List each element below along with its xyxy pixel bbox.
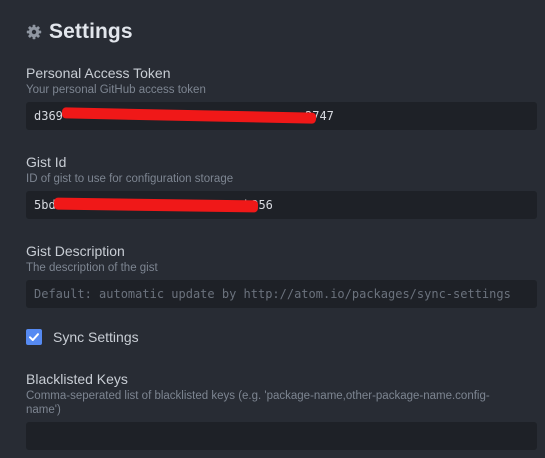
token-value-start: d369 [34, 109, 63, 123]
gist-id-description: ID of gist to use for configuration stor… [26, 173, 234, 185]
blacklisted-keys-field-group: Blacklisted Keys Comma-seperated list of… [26, 371, 537, 450]
token-label: Personal Access Token [26, 65, 171, 81]
page-title: Settings [49, 20, 133, 43]
token-description: Your personal GitHub access token [26, 84, 206, 96]
sync-settings-row: Sync Settings [26, 329, 139, 345]
gear-icon [26, 24, 42, 40]
gist-description-input[interactable]: Default: automatic update by http://atom… [26, 280, 537, 308]
sync-settings-checkbox[interactable] [26, 329, 42, 345]
gist-description-description: The description of the gist [26, 262, 158, 274]
gist-id-input[interactable]: 5bd b256 [26, 191, 537, 219]
blacklisted-keys-input[interactable] [26, 422, 537, 450]
blacklisted-keys-label: Blacklisted Keys [26, 371, 128, 387]
gist-description-label: Gist Description [26, 243, 125, 259]
gist-description-placeholder: Default: automatic update by http://atom… [34, 287, 511, 301]
settings-header: Settings [26, 18, 133, 46]
gist-id-redaction [53, 197, 259, 213]
gist-id-label: Gist Id [26, 154, 67, 170]
blacklisted-keys-description: Comma-seperated list of blacklisted keys… [26, 390, 490, 416]
checkmark-icon [29, 333, 39, 341]
gist-id-value-start: 5bd [34, 198, 56, 212]
gist-id-field-group: Gist Id ID of gist to use for configurat… [26, 154, 537, 219]
sync-settings-label: Sync Settings [53, 329, 139, 345]
token-redaction [61, 107, 317, 124]
token-field-group: Personal Access Token Your personal GitH… [26, 65, 537, 130]
gist-description-field-group: Gist Description The description of the … [26, 243, 537, 308]
token-input[interactable]: d369 2747 [26, 102, 537, 130]
